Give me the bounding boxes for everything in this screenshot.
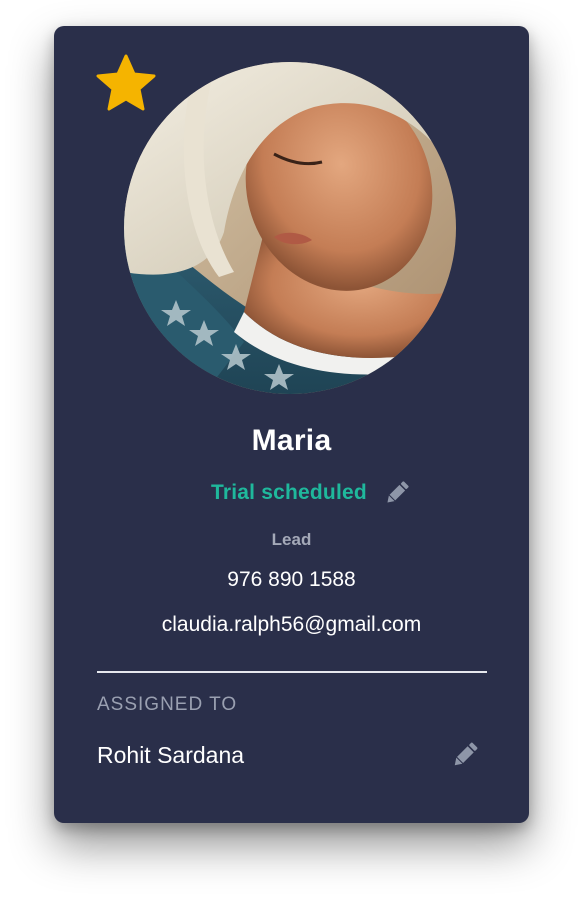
status-row: Trial scheduled [211, 478, 411, 508]
contact-name: Maria [251, 424, 332, 457]
contact-type: Lead [271, 530, 312, 549]
contact-phone[interactable]: 976 890 1588 [54, 568, 529, 592]
contact-email[interactable]: claudia.ralph56@gmail.com [54, 613, 529, 637]
divider [97, 671, 487, 673]
favorite-star-icon[interactable] [96, 54, 156, 114]
avatar-photo [124, 62, 456, 394]
status-label[interactable]: Trial scheduled [211, 481, 367, 505]
edit-status-pencil-icon[interactable] [383, 479, 411, 507]
avatar [124, 62, 456, 394]
assigned-to-label: ASSIGNED TO [97, 694, 238, 715]
assignee-name: Rohit Sardana [97, 742, 245, 768]
edit-assignee-pencil-icon[interactable] [450, 740, 480, 770]
contact-card: Maria Trial scheduled Lead 976 890 1588 … [54, 26, 529, 823]
